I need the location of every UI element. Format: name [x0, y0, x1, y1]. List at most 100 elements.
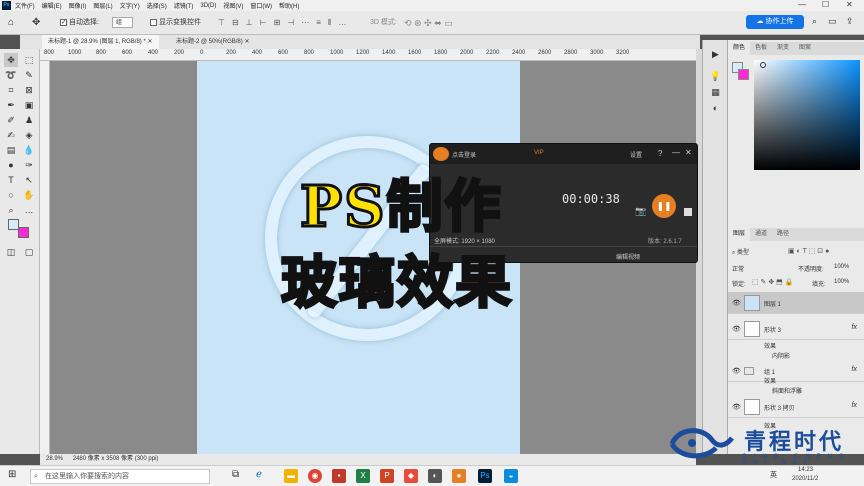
menu-window[interactable]: 窗口(W) [250, 1, 272, 10]
eye-icon[interactable]: 👁 [732, 299, 741, 307]
lasso-tool-icon[interactable]: ➰ [4, 68, 18, 82]
more-tools-icon[interactable]: … [22, 203, 36, 217]
menu-view[interactable]: 视图(V) [223, 1, 243, 10]
align-bottom-icon[interactable]: ⊥ [246, 18, 253, 28]
windows-start-icon[interactable]: ⊞ [8, 469, 16, 480]
color-picker-handle[interactable] [760, 62, 766, 68]
fx-icon[interactable]: fx [852, 402, 857, 409]
workspace-icon[interactable]: ▭ [828, 16, 837, 27]
settings-link[interactable]: 设置 [630, 150, 642, 159]
align-vcenter-icon[interactable]: ⊟ [232, 18, 239, 28]
menu-filter[interactable]: 滤镜(T) [174, 1, 194, 10]
bulb-icon[interactable]: 💡 [709, 70, 722, 83]
filter-icons[interactable]: ▣ ◐ T ⬚ ⊡ ● [788, 247, 829, 255]
align-top-icon[interactable]: ⊤ [218, 18, 225, 28]
taskbar-search-input[interactable]: ⌕ 在这里输入你要搜索的内容 [30, 469, 210, 484]
type-tool-icon[interactable]: T [4, 173, 18, 187]
zoom-tool-icon[interactable]: ⌕ [4, 203, 18, 217]
fx-icon[interactable]: fx [852, 324, 857, 331]
photoshop-logo-icon[interactable]: Ps [2, 1, 11, 10]
app-icon[interactable]: ◐ [428, 469, 442, 483]
minimize-icon[interactable]: — [672, 148, 680, 157]
edge-icon[interactable]: ℯ [256, 469, 262, 480]
layer-row[interactable]: 👁 组 1 fx [728, 360, 864, 382]
quick-select-tool-icon[interactable]: ✎ [22, 68, 36, 82]
menu-image[interactable]: 图像(I) [69, 1, 87, 10]
3d-orbit-icon[interactable]: ⟲ ⊛ ✣ ⬌ ▭ [404, 17, 453, 29]
fill-value[interactable]: 100% [834, 279, 849, 285]
recorder-taskbar-icon[interactable]: ● [452, 469, 466, 483]
maximize-icon[interactable]: ☐ [822, 0, 829, 9]
login-link[interactable]: 点击登录 [452, 150, 476, 159]
move-tool-icon[interactable]: ✥ [4, 53, 18, 67]
dodge-tool-icon[interactable]: ● [4, 158, 18, 172]
distribute-v-icon[interactable]: ≡ [316, 18, 321, 28]
eyedropper-tool-icon[interactable]: ✒ [4, 98, 18, 112]
menu-type[interactable]: 文字(Y) [120, 1, 140, 10]
search-icon[interactable]: ⌕ [812, 16, 817, 27]
close-icon[interactable]: ✕ [846, 0, 853, 9]
tab-swatches[interactable]: 色板 [750, 42, 772, 55]
close-tab-icon[interactable]: ✕ [147, 39, 152, 45]
move-tool-icon[interactable]: ✥ [32, 17, 40, 29]
file-explorer-icon[interactable]: ▬ [284, 469, 298, 483]
distribute-icon[interactable]: ⋯ [301, 18, 309, 28]
menu-help[interactable]: 帮助(H) [279, 1, 299, 10]
more-options-icon[interactable]: … [338, 18, 346, 28]
chrome-icon[interactable]: ◉ [308, 469, 322, 483]
clock-date[interactable]: 2020/11/2 [792, 476, 818, 482]
minimize-icon[interactable]: — [798, 0, 806, 9]
app-icon[interactable]: ◒ [504, 469, 518, 483]
align-left-icon[interactable]: ⊢ [260, 18, 267, 28]
camera-icon[interactable]: 📷 [635, 206, 646, 217]
pause-record-button[interactable]: ❚❚ [652, 194, 676, 218]
show-transform-checkbox[interactable]: 显示变换控件 [150, 17, 201, 29]
tab-gradients[interactable]: 渐变 [772, 42, 794, 55]
eye-icon[interactable]: 👁 [732, 403, 741, 411]
inner-shadow-effect[interactable]: 内阴影 [772, 351, 790, 360]
menu-edit[interactable]: 编辑(E) [42, 1, 62, 10]
clock-time[interactable]: 14:23 [798, 467, 813, 473]
auto-select-checkbox[interactable]: 自动选择: [60, 17, 99, 29]
history-icon[interactable]: ▦ [709, 86, 722, 99]
brush-tool-icon[interactable]: ✐ [4, 113, 18, 127]
bevel-emboss-effect[interactable]: 斜面和浮雕 [772, 386, 802, 395]
frame-tool-icon[interactable]: ⊠ [22, 83, 36, 97]
tab-document-1[interactable]: 未标题-1 @ 28.9% (图层 1, RGB/8) * ✕ [42, 35, 159, 49]
crop-tool-icon[interactable]: ⌗ [4, 83, 18, 97]
background-color-swatch[interactable] [18, 227, 29, 238]
auto-select-dropdown[interactable]: 组 [112, 17, 134, 29]
stop-icon[interactable] [684, 208, 692, 216]
effects-label[interactable]: 效果 [764, 341, 776, 350]
menu-file[interactable]: 文件(F) [15, 1, 35, 10]
gradient-tool-icon[interactable]: ▤ [4, 143, 18, 157]
history-brush-tool-icon[interactable]: ✍ [4, 128, 18, 142]
menu-layer[interactable]: 图层(L) [93, 1, 112, 10]
excel-icon[interactable]: X [356, 469, 370, 483]
language-indicator[interactable]: 英 [770, 470, 777, 480]
spot-heal-tool-icon[interactable]: ▣ [22, 98, 36, 112]
layer-row[interactable]: 👁 形状 3 拷贝 fx [728, 396, 864, 418]
tab-patterns[interactable]: 图案 [794, 42, 816, 55]
quick-mask-icon[interactable]: ◫ [4, 245, 18, 259]
menu-select[interactable]: 选择(S) [147, 1, 167, 10]
close-tab-icon[interactable]: ✕ [244, 39, 249, 45]
powerpoint-icon[interactable]: P [380, 469, 394, 483]
color-picker-field[interactable] [754, 60, 860, 170]
vip-badge[interactable]: VIP [534, 150, 544, 156]
help-button[interactable]: ? [658, 149, 662, 158]
tab-channels[interactable]: 通道 [750, 228, 772, 241]
path-select-tool-icon[interactable]: ↖ [22, 173, 36, 187]
photoshop-taskbar-icon[interactable]: Ps [478, 469, 492, 483]
shape-tool-icon[interactable]: ○ [4, 188, 18, 202]
stamp-tool-icon[interactable]: ♟ [22, 113, 36, 127]
tab-paths[interactable]: 路径 [772, 228, 794, 241]
layer-row[interactable]: 👁 图层 1 [728, 292, 864, 314]
play-icon[interactable]: ▶ [709, 48, 722, 61]
background-color-swatch[interactable] [738, 69, 749, 80]
tab-document-2[interactable]: 未标题-2 @ 50%(RGB/8) ✕ [170, 35, 255, 49]
align-right-icon[interactable]: ⊣ [287, 18, 294, 28]
tab-color[interactable]: 颜色 [728, 42, 751, 55]
pen-tool-icon[interactable]: ✑ [22, 158, 36, 172]
opacity-value[interactable]: 100% [834, 264, 849, 270]
